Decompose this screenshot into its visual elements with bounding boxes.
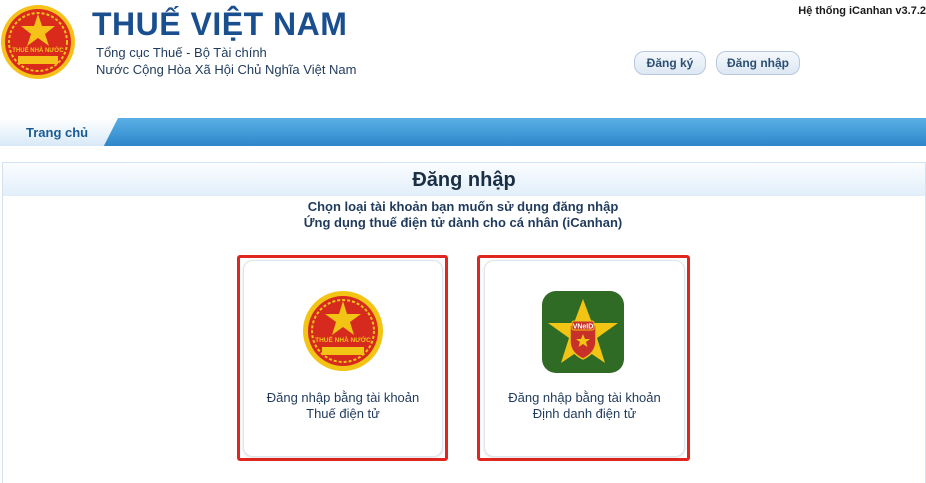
vneid-text: VNeID [573,324,594,331]
vneid-account-label: Đăng nhập bằng tài khoản Định danh điện … [485,390,684,422]
tax-logo-icon[interactable]: THUẾ NHÀ NƯỚC [0,4,76,80]
tax-account-label-line1: Đăng nhập bằng tài khoản [266,390,420,405]
nav-tab-home[interactable]: Trang chủ [0,118,118,146]
site-header: THUẾ NHÀ NƯỚC THUẾ VIỆT NAM Tổng cục Thu… [0,0,926,118]
login-instruction: Chọn loại tài khoản bạn muốn sử dụng đăn… [307,199,619,214]
login-button[interactable]: Đăng nhập [716,51,800,75]
vneid-account-label-line1: Đăng nhập bằng tài khoản [508,390,661,405]
tax-account-label-line2: Thuế điện tử [306,406,380,421]
tax-account-label: Đăng nhập bằng tài khoản Thuế điện tử [244,390,442,422]
login-panel-header: Đăng nhập [3,163,925,196]
vneid-icon: VNeID [542,291,624,373]
svg-text:THUẾ NHÀ NƯỚC: THUẾ NHÀ NƯỚC [12,46,64,54]
nav-bar: Trang chủ [0,118,926,146]
app-description: Ứng dụng thuế điện tử dành cho cá nhân (… [303,215,623,230]
register-button[interactable]: Đăng ký [634,51,706,75]
system-version: Hệ thống iCanhan v3.7.2 [798,5,926,17]
site-subtitle-ministry: Tổng cục Thuế - Bộ Tài chính [96,45,267,60]
site-subtitle-country: Nước Cộng Hòa Xã Hội Chủ Nghĩa Việt Nam [96,62,357,77]
login-option-vneid-account[interactable]: VNeID Đăng nhập bằng tài khoản Định danh… [484,260,685,457]
site-brand-title: THUẾ VIỆT NAM [92,6,348,42]
login-option-tax-account[interactable]: THUẾ NHÀ NƯỚC Đăng nhập bằng tài khoản T… [243,260,443,457]
vneid-account-label-line2: Định danh điện tử [532,406,637,421]
login-title: Đăng nhập [412,169,516,191]
tax-emblem-icon: THUẾ NHÀ NƯỚC [303,291,383,371]
